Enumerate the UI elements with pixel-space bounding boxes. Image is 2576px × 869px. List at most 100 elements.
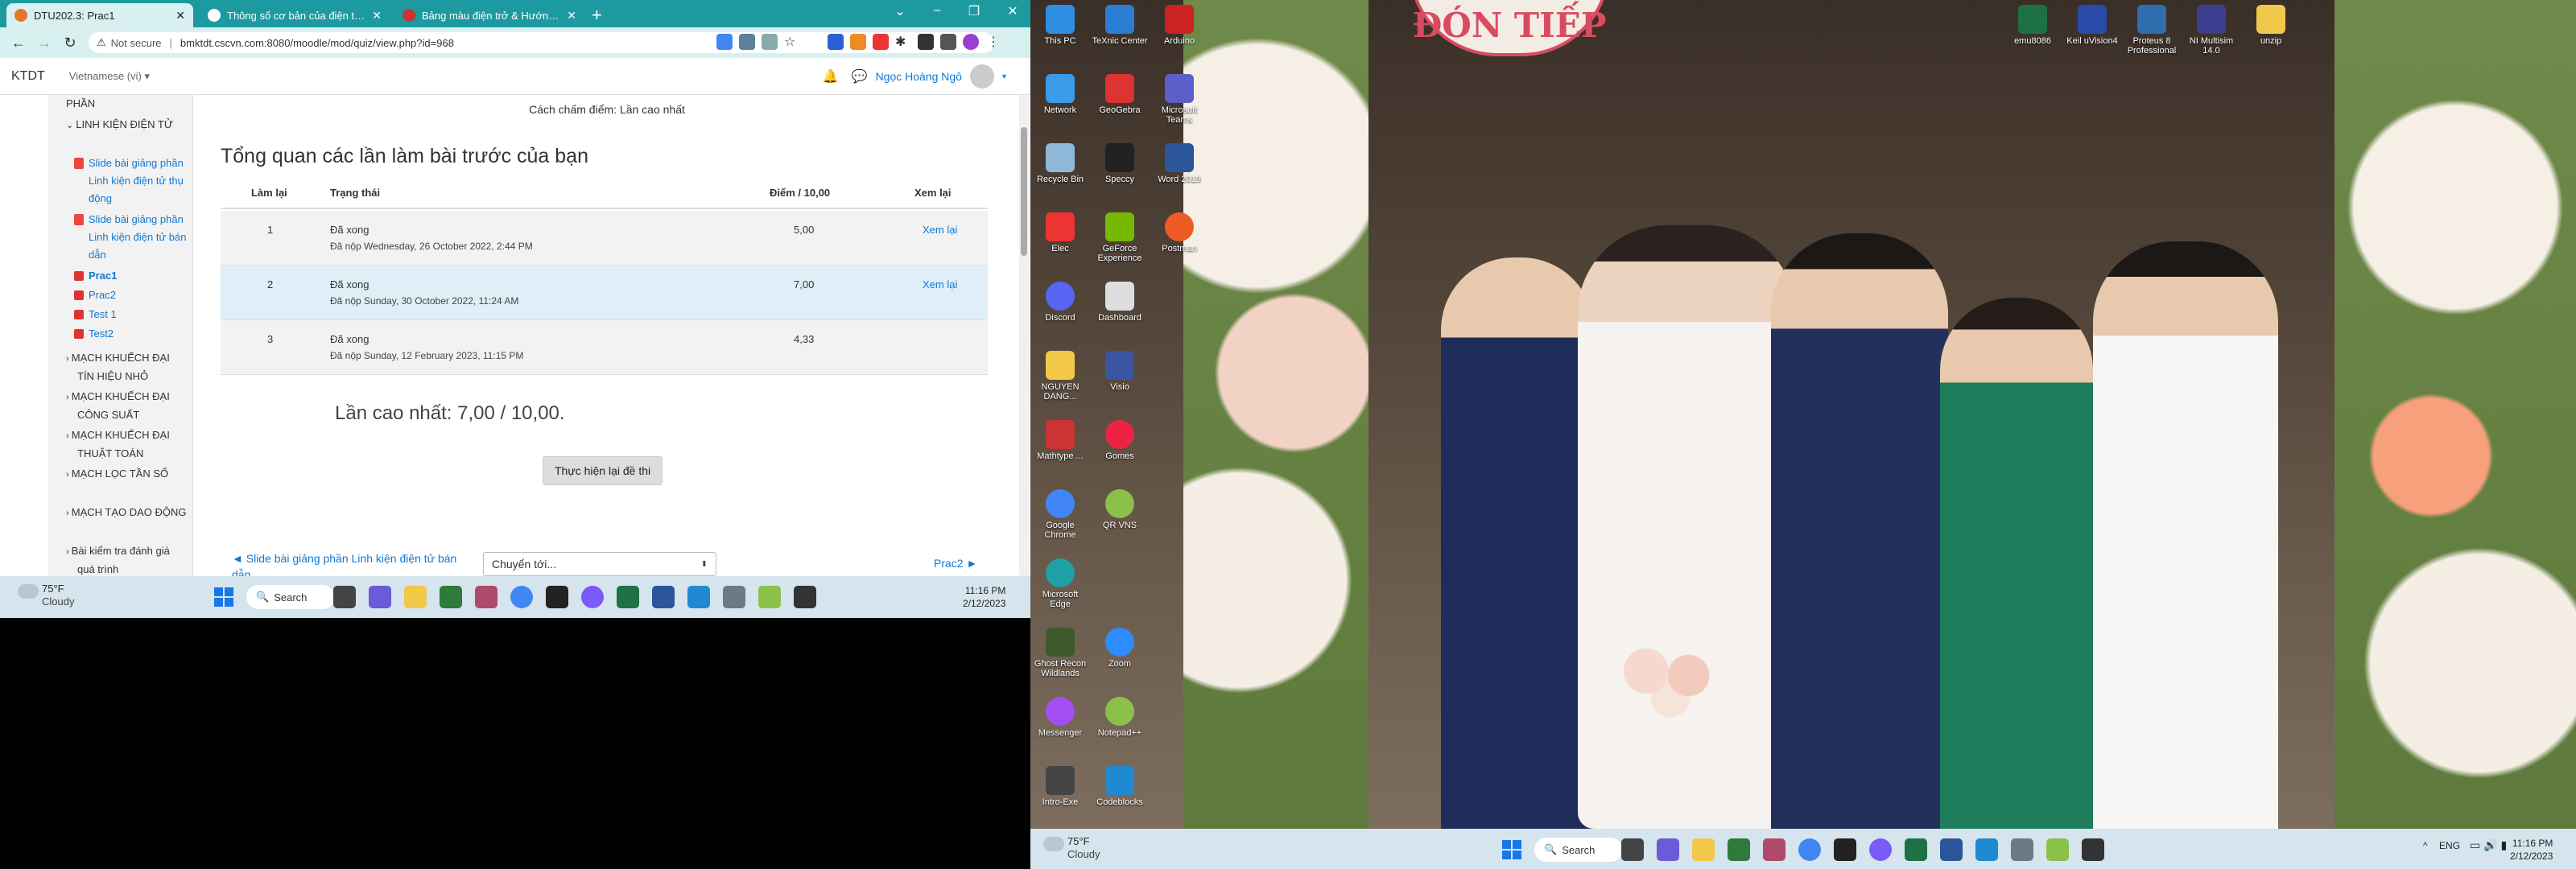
sidebar-item-prac1[interactable]: Prac1	[74, 267, 117, 285]
app-icon[interactable]	[1728, 838, 1750, 861]
vscode-icon[interactable]	[1975, 838, 1998, 861]
desktop-icon-emu8086[interactable]: emu8086	[2004, 5, 2061, 46]
download-icon[interactable]	[940, 34, 956, 50]
desktop-icon-postman[interactable]: Postman	[1151, 212, 1208, 253]
chevron-down-icon[interactable]: ▾	[1002, 72, 1006, 81]
tab-search-icon[interactable]: ⌄	[889, 3, 911, 19]
desktop-icon-geogebra[interactable]: GeoGebra	[1092, 74, 1148, 115]
avatar[interactable]	[969, 64, 994, 89]
extension-icon[interactable]	[873, 34, 889, 50]
app-icon[interactable]	[794, 586, 816, 608]
share-icon[interactable]	[762, 34, 778, 50]
task-view-icon[interactable]	[333, 586, 356, 608]
tab-resistor-colors[interactable]: Bảng màu điện trở & Hướng dẫ ✕	[394, 3, 584, 27]
app-icon[interactable]	[546, 586, 568, 608]
desktop-icon-visio[interactable]: Visio	[1092, 351, 1148, 392]
close-icon[interactable]: ✕	[372, 9, 382, 23]
reload-icon[interactable]: ↻	[60, 32, 80, 53]
taskbar-search[interactable]: 🔍 Search	[246, 585, 335, 609]
sidebar-item-slide-ban-dan[interactable]: Slide bài giảng phần Linh kiện điện tử b…	[74, 211, 192, 264]
desktop-icon-qr[interactable]: QR VNS	[1092, 489, 1148, 530]
sidebar-section-thuat-toan[interactable]: › MẠCH KHUẾCH ĐẠI THUẬT TOÁN	[66, 426, 187, 463]
desktop-icon-game[interactable]: Ghost Recon Wildlands	[1032, 628, 1088, 678]
messenger-icon[interactable]	[581, 586, 604, 608]
windows-start-icon[interactable]	[1502, 840, 1521, 859]
settings-gear-icon[interactable]	[723, 586, 745, 608]
taskbar-search[interactable]: 🔍 Search	[1534, 838, 1623, 862]
desktop-icon-arduino[interactable]: Arduino	[1151, 5, 1208, 46]
back-icon[interactable]: ←	[8, 32, 29, 53]
maximize-icon[interactable]: ❐	[963, 3, 985, 19]
desktop-icon-this-pc[interactable]: This PC	[1032, 5, 1088, 46]
excel-icon[interactable]	[617, 586, 639, 608]
sidebar-section-cong-suat[interactable]: › MẠCH KHUẾCH ĐẠI CÔNG SUẤT	[66, 388, 187, 424]
desktop-icon-keil[interactable]: Keil uVision4	[2064, 5, 2120, 46]
chrome-icon[interactable]	[1798, 838, 1821, 861]
app-icon[interactable]	[1834, 838, 1856, 861]
desktop-icon-proteus[interactable]: Proteus 8 Professional	[2124, 5, 2180, 56]
review-link[interactable]: Xem lại	[923, 278, 957, 290]
desktop-icon-dashboard[interactable]: Dashboard	[1092, 282, 1148, 323]
desktop-icon-mathtype[interactable]: Mathtype ...	[1032, 420, 1088, 461]
minimize-icon[interactable]: –	[926, 3, 948, 18]
app-icon[interactable]	[475, 586, 497, 608]
excel-icon[interactable]	[1905, 838, 1927, 861]
tab-quiz[interactable]: DTU202.3: Prac1 ✕	[6, 3, 193, 27]
forward-icon[interactable]: →	[34, 32, 55, 53]
sidepanel-icon[interactable]	[918, 34, 934, 50]
desktop-icon-geforce[interactable]: GeForce Experience	[1092, 212, 1148, 263]
sidebar-section-linh-kien[interactable]: ⌄ LINH KIỆN ĐIỆN TỬ	[66, 116, 192, 134]
review-link[interactable]: Xem lại	[923, 224, 957, 236]
jump-to-select[interactable]: Chuyển tới... ⬍	[483, 552, 716, 576]
metamask-icon[interactable]	[850, 34, 866, 50]
translate-icon[interactable]	[739, 34, 755, 50]
word-icon[interactable]	[652, 586, 675, 608]
chat-app-icon[interactable]	[1657, 838, 1679, 861]
desktop-icon-chrome[interactable]: Google Chrome	[1032, 489, 1088, 540]
desktop-icon-texnic[interactable]: TeXnic Center	[1092, 5, 1148, 46]
sidebar-section-tao-dao-dong[interactable]: › MẠCH TẠO DAO ĐỘNG	[66, 504, 187, 522]
prev-activity-link[interactable]: ◄ Slide bài giảng phần Linh kiện điện tử…	[232, 550, 457, 576]
windows-start-icon[interactable]	[214, 587, 233, 607]
profile-avatar[interactable]	[963, 34, 979, 50]
desktop-icon-codeblocks[interactable]: Codeblocks	[1092, 766, 1148, 807]
user-name[interactable]: Ngọc Hoàng Ngô	[876, 70, 962, 83]
chat-app-icon[interactable]	[369, 586, 391, 608]
menu-icon[interactable]: ⋮	[987, 34, 1003, 50]
desktop-icon-unzip[interactable]: unzip	[2243, 5, 2299, 46]
task-view-icon[interactable]	[1621, 838, 1644, 861]
sidebar-item-prac2[interactable]: Prac2	[74, 286, 116, 304]
weather-widget[interactable]: 75°F Cloudy	[18, 583, 74, 608]
sidebar-item-slide-thu-dong[interactable]: Slide bài giảng phần Linh kiện điện tử t…	[74, 154, 192, 208]
word-icon[interactable]	[1940, 838, 1963, 861]
file-explorer-icon[interactable]	[1692, 838, 1715, 861]
sidebar-item-test2[interactable]: Test2	[74, 325, 114, 343]
vscode-icon[interactable]	[687, 586, 710, 608]
tab-resistor-specs[interactable]: Thông số cơ bản của điện trở là ✕	[200, 3, 390, 27]
page-scrollbar[interactable]	[1019, 95, 1029, 576]
desktop-icon-elec[interactable]: Elec	[1032, 212, 1088, 253]
extension-icon[interactable]	[828, 34, 844, 50]
input-language[interactable]: ENG	[2439, 840, 2460, 851]
google-icon[interactable]	[716, 34, 733, 50]
desktop-icon-discord[interactable]: Discord	[1032, 282, 1088, 323]
desktop-icon-speccy[interactable]: Speccy	[1092, 143, 1148, 184]
close-icon[interactable]: ✕	[175, 9, 185, 23]
desktop-icon-edge[interactable]: Microsoft Edge	[1032, 558, 1088, 609]
app-icon[interactable]	[758, 586, 781, 608]
reattempt-button[interactable]: Thực hiện lại đề thi	[543, 456, 663, 485]
desktop-icon-messenger[interactable]: Messenger	[1032, 697, 1088, 738]
messenger-icon[interactable]	[1869, 838, 1892, 861]
new-tab-icon[interactable]: +	[592, 5, 602, 26]
desktop-icon-notepad[interactable]: Notepad++	[1092, 697, 1148, 738]
language-menu[interactable]: Vietnamese (vi) ▾	[69, 70, 150, 83]
desktop-icon-teams[interactable]: Microsoft Teams	[1151, 74, 1208, 125]
desktop-icon-folder[interactable]: NGUYEN DANG...	[1032, 351, 1088, 402]
scrollbar-thumb[interactable]	[1021, 127, 1027, 256]
chrome-icon[interactable]	[510, 586, 533, 608]
desktop-icon-zoom[interactable]: Zoom	[1092, 628, 1148, 669]
desktop-icon-recycle-bin[interactable]: Recycle Bin	[1032, 143, 1088, 184]
app-icon[interactable]	[440, 586, 462, 608]
settings-gear-icon[interactable]	[2011, 838, 2033, 861]
taskbar-clock[interactable]: 11:16 PM 2/12/2023	[963, 584, 1005, 610]
